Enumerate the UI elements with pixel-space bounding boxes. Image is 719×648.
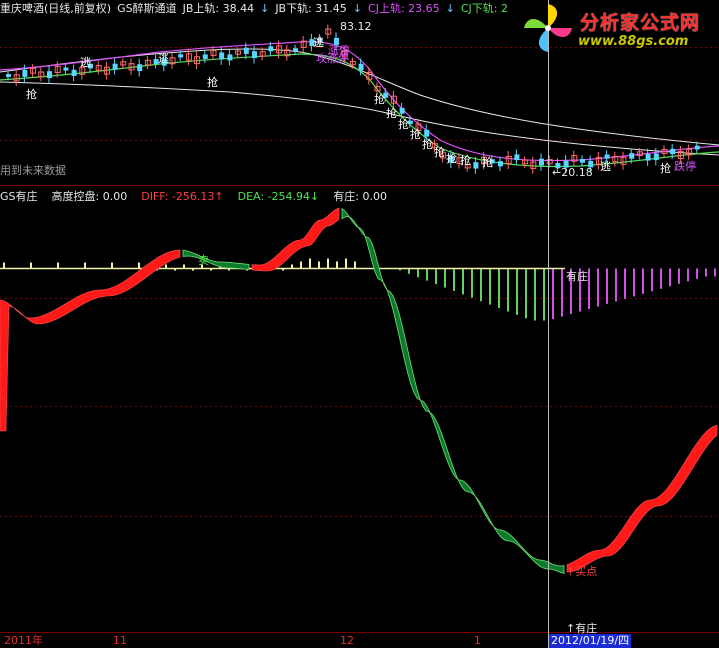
main-title-item: 重庆啤酒(日线,前复权) — [0, 2, 112, 15]
candle-body — [6, 74, 11, 78]
sub-title-item: 高度控盘: 0.00 — [51, 190, 128, 203]
grab-signal: 抢 — [26, 87, 37, 101]
sub-title-item: 有庄: 0.00 — [333, 190, 387, 203]
chart-canvas[interactable]: 抢抢抢抢抢抢抢抢抢抢抢抢逃 逃逃逃攻涨停涨停跌停 — [0, 0, 719, 648]
sub-panel-title: GS有庄 高度控盘: 0.00 DIFF: -256.13↑ DEA: -254.94… — [0, 188, 401, 204]
candle-body — [219, 52, 225, 60]
pinwheel-logo-icon — [524, 4, 572, 52]
grab-signal: 抢 — [422, 137, 433, 151]
main-panel-title: 重庆啤酒(日线,前复权) GS醉斯通道 JB上轨: 38.44 ↓ JB下轨: 31.4… — [0, 0, 514, 16]
logo-url: www.88gs.com — [578, 34, 689, 49]
sub-title-item: GS有庄 — [0, 190, 38, 203]
candle-body — [63, 67, 69, 71]
axis-label-year: 2011年 — [4, 634, 43, 647]
site-logo: 分析家公式网 www.88gs.com — [518, 0, 719, 56]
grab-signal: 抢 — [386, 106, 397, 120]
grab-signal: 抢 — [460, 153, 471, 167]
candle-body — [293, 48, 298, 52]
main-title-item: CJ上轨: 23.65 — [368, 2, 440, 15]
candle-body — [473, 162, 479, 169]
escape-signal: 逃 — [158, 52, 169, 65]
candle-body — [358, 63, 364, 71]
sub-title-item: DIFF: -256.13↑ — [141, 190, 224, 203]
grab-signal: 抢 — [434, 145, 445, 159]
escape-signal: 逃 — [80, 56, 91, 69]
future-data-warning: 用到未来数据 — [0, 164, 66, 177]
candle-body — [424, 129, 430, 137]
cursor-date-box: 2012/01/19/四 — [549, 634, 632, 648]
axis-label-nov: 11 — [113, 634, 127, 647]
candle-body — [539, 158, 544, 166]
candle-body — [227, 54, 233, 61]
candle-body — [670, 148, 676, 155]
main-title-item: JB上轨: 38.44 — [182, 2, 255, 15]
candle-body — [645, 153, 651, 161]
candle-body — [243, 47, 249, 54]
main-title-item: CJ下轨: 2 — [460, 2, 508, 15]
grab-signal: 抢 — [660, 161, 671, 175]
candle-body — [694, 145, 700, 150]
grid-lines — [0, 47, 719, 517]
cj-upper-band — [0, 41, 719, 162]
candle-body — [399, 107, 405, 114]
limit-signal: 涨停 — [328, 43, 350, 57]
axis-label-jan: 1 — [474, 634, 481, 647]
dea-ribbon — [182, 207, 565, 574]
main-title-item: ↓ — [352, 2, 363, 15]
candle-body — [653, 153, 659, 161]
escape-signal: 逃 — [600, 160, 611, 173]
jb-upper-band — [0, 48, 719, 146]
zero-line-label: 有庄 — [566, 270, 588, 283]
sub-title-item: DEA: -254.94↓ — [237, 190, 320, 203]
candle-body — [252, 51, 257, 59]
candle-body — [47, 71, 52, 79]
grab-signal: 抢 — [446, 151, 457, 165]
candle-body — [514, 154, 520, 161]
low-price-label: ←20.18 — [552, 166, 593, 179]
candle-body — [629, 153, 635, 159]
grab-signal: 抢 — [207, 75, 218, 89]
grab-signal: 抢 — [482, 155, 493, 169]
sell-mark: 卖 — [198, 254, 209, 267]
candle-body — [112, 63, 118, 70]
candle-body — [22, 69, 28, 77]
logo-title: 分析家公式网 — [580, 12, 701, 34]
axis-label-dec: 12 — [340, 634, 354, 647]
candle-body — [580, 159, 585, 163]
candle-body — [498, 161, 503, 167]
cj-lower-band — [0, 53, 719, 168]
candle-body — [202, 54, 208, 59]
jb-lower-band — [0, 81, 719, 156]
high-price-label: 83.12 — [340, 20, 372, 33]
main-title-item: ↓ — [260, 2, 270, 15]
main-title-item: GS醉斯通道 — [117, 2, 177, 15]
limit-signal: 跌停 — [674, 159, 696, 173]
grab-signal: 抢 — [410, 127, 421, 141]
candle-body — [268, 46, 274, 52]
candle-body — [137, 64, 143, 72]
main-title-item: JB下轨: 31.45 — [275, 2, 347, 15]
escape-signal: 逃 — [313, 36, 324, 49]
candle-body — [71, 69, 77, 76]
buy-point-label: ↑买点 — [566, 565, 598, 578]
diff-ribbon — [0, 207, 718, 573]
stock-chart-window[interactable]: 抢抢抢抢抢抢抢抢抢抢抢抢逃逃逃逃攻涨停 涨停 跌停 重庆啤酒(日线,前复权) GS醉斯… — [0, 0, 719, 648]
main-title-item: ↓ — [445, 2, 455, 15]
grab-signal: 抢 — [398, 117, 409, 131]
grab-signal: 抢 — [374, 92, 385, 106]
candle-body — [604, 154, 610, 159]
candle-body — [178, 54, 184, 58]
